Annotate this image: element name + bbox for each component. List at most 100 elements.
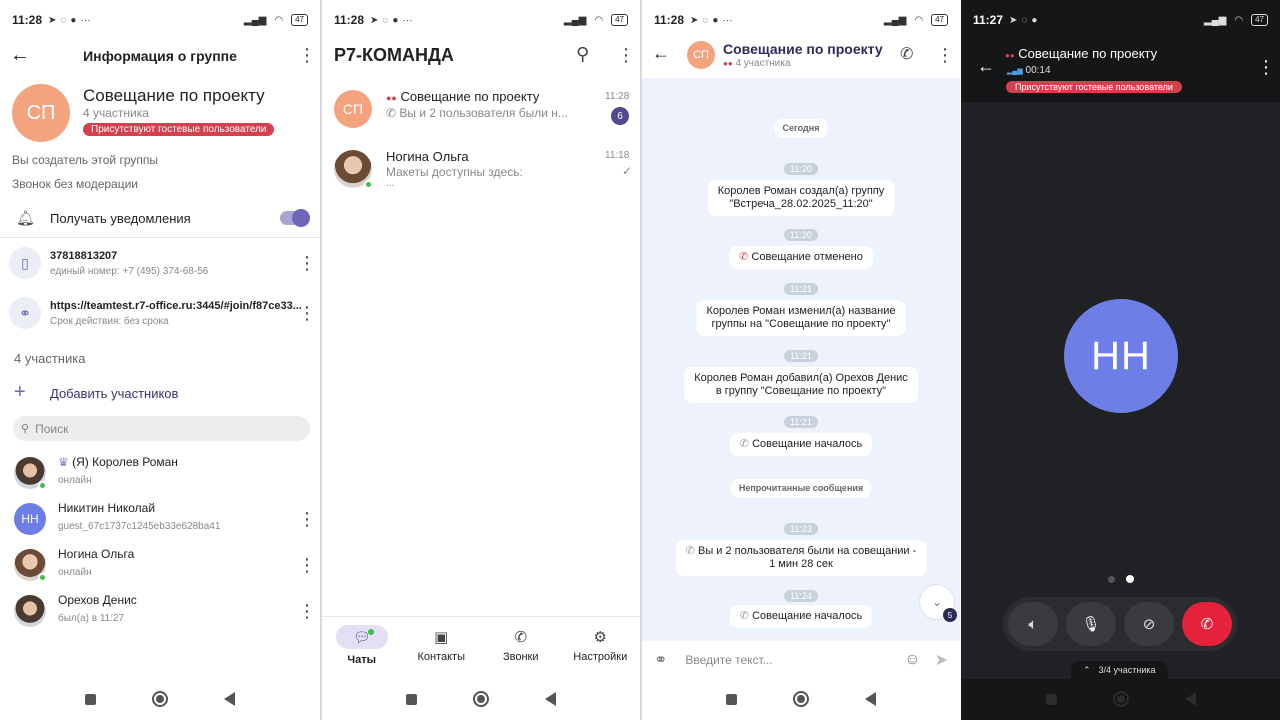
search-input[interactable]: ⚲ Поиск — [13, 416, 310, 441]
system-nav — [642, 678, 960, 720]
group-icon: ●● — [386, 93, 397, 103]
back-button[interactable] — [224, 692, 235, 706]
recents-button[interactable] — [406, 693, 417, 705]
tab-label: Звонки — [502, 651, 539, 663]
hangup-button[interactable]: ✆ — [1182, 602, 1232, 646]
signal-quality-icon: ▂▄▆ — [1007, 68, 1023, 75]
bottom-tabs: 💬︎ Чаты ▣ Контакты ✆ Звонки ⚙ Настройки — [322, 622, 640, 674]
chat-time: 11:18 — [605, 150, 630, 161]
mic-icon: 🎙︎ — [1081, 616, 1101, 633]
chevron-up-icon: ⌃ — [1083, 664, 1091, 675]
guest-badge: Присутствуют гостевые пользователи — [1006, 81, 1182, 93]
camera-button[interactable]: ⊘ — [1124, 602, 1174, 646]
participants-toggle[interactable]: ⌃ 3/4 участника — [1071, 661, 1168, 679]
back-button[interactable] — [865, 692, 876, 706]
telegram-icon: ➤ — [370, 14, 379, 26]
message-time: 11:20 — [784, 229, 818, 241]
phone-number[interactable]: 37818813207 — [50, 250, 117, 262]
invite-link[interactable]: https://teamtest.r7-office.ru:3445/#join… — [50, 300, 302, 312]
chat-icon: ● — [712, 14, 719, 26]
mic-button[interactable]: 🎙︎ — [1066, 602, 1116, 646]
group-info-screen: 11:28 ➤ ◌ ● ··· ▂▄▆ ◠ 47 ← Информация о … — [0, 0, 320, 720]
tab-label: Контакты — [417, 651, 465, 663]
list-item[interactable]: СП ●● Совещание по проекту ✆ Вы и 2 поль… — [322, 78, 640, 142]
call-icon[interactable]: ✆ — [900, 44, 913, 64]
phone-icon: ✆ — [739, 610, 749, 622]
member-name[interactable]: Ногина Ольга — [58, 547, 134, 561]
phone-icon: ✆ — [685, 545, 695, 557]
chat-preview: Макеты доступны здесь: — [386, 165, 523, 179]
member-more-icon[interactable]: ⋮ — [298, 556, 316, 574]
list-item[interactable]: Ногина Ольга Макеты доступны здесь: ... … — [322, 142, 640, 198]
system-nav — [0, 678, 320, 720]
send-icon[interactable]: ➤ — [935, 650, 948, 670]
message-line: в группу "Совещание по проекту" — [715, 385, 887, 397]
home-button[interactable] — [473, 691, 489, 707]
chat-preview-text: Вы и 2 пользователя были н... — [399, 106, 568, 120]
divider — [322, 616, 640, 617]
online-indicator — [38, 573, 47, 582]
call-duration-text: 00:14 — [1025, 65, 1051, 76]
page-dot-active — [1126, 575, 1134, 583]
status-time: 11:27 — [973, 13, 1004, 27]
chat-icon: ● — [1031, 14, 1038, 26]
notifications-toggle[interactable] — [280, 209, 310, 227]
unread-badge: 6 — [611, 107, 629, 125]
home-button[interactable] — [1112, 691, 1129, 707]
back-arrow-icon[interactable]: ← — [977, 56, 995, 77]
message-line: Совещание началось — [752, 610, 863, 622]
home-button[interactable] — [152, 691, 168, 707]
gear-icon: ⚙ — [593, 629, 607, 646]
message-input[interactable]: Введите текст... — [685, 653, 904, 667]
member-name[interactable]: ♛ (Я) Королев Роман — [58, 455, 178, 469]
phone-missed-icon: ✆ — [739, 251, 749, 263]
back-button[interactable] — [1184, 692, 1196, 706]
member-status: guest_67c1737c1245eb33e628ba41 — [58, 521, 221, 532]
attach-icon[interactable]: ⚭ — [654, 650, 667, 670]
plus-icon[interactable]: + — [14, 382, 26, 402]
battery-icon: 47 — [611, 14, 628, 26]
system-nav — [322, 678, 640, 720]
more-vert-icon[interactable]: ⋮ — [617, 46, 635, 64]
recents-button[interactable] — [1045, 693, 1057, 705]
member-name[interactable]: Орехов Денис — [58, 593, 137, 607]
chat-avatar: СП — [334, 90, 372, 128]
chat-title[interactable]: Совещание по проекту — [723, 41, 883, 57]
telegram-icon: ➤ — [1009, 14, 1018, 26]
more-vert-icon[interactable]: ⋮ — [1257, 58, 1275, 76]
signal-icon: ▂▄▆ — [563, 14, 587, 26]
tab-chats[interactable]: 💬︎ Чаты — [322, 622, 402, 674]
home-button[interactable] — [793, 691, 809, 707]
phone-icon: ▯ — [9, 247, 41, 279]
member-more-icon[interactable]: ⋮ — [298, 602, 316, 620]
contacts-icon: ▣ — [434, 629, 449, 646]
phone-more-icon[interactable]: ⋮ — [298, 254, 316, 272]
system-message: ✆ Вы и 2 пользователя были на совещании … — [675, 540, 927, 576]
member-more-icon[interactable]: ⋮ — [298, 510, 316, 528]
call-screen: 11:27 ➤ ◌ ● ▂▄▆ ◠ 47 ← ●● Совещание по п… — [961, 0, 1280, 720]
member-name[interactable]: Никитин Николай — [58, 501, 155, 515]
member-status: был(а) в 11:27 — [58, 613, 125, 624]
tab-contacts[interactable]: ▣ Контакты — [402, 622, 482, 674]
recents-button[interactable] — [85, 693, 96, 705]
more-vert-icon[interactable]: ⋮ — [298, 46, 316, 64]
back-button[interactable] — [545, 692, 556, 706]
link-more-icon[interactable]: ⋮ — [298, 304, 316, 322]
more-vert-icon[interactable]: ⋮ — [936, 46, 954, 64]
status-bar: 11:27 ➤ ◌ ● ▂▄▆ ◠ 47 — [961, 0, 1280, 40]
speaker-button[interactable]: 🔈︎ — [1008, 602, 1058, 646]
signal-icon: ▂▄▆ — [243, 14, 267, 26]
back-arrow-icon[interactable]: ← — [652, 43, 670, 64]
message-line: Королев Роман изменил(а) название — [706, 305, 896, 317]
tab-calls[interactable]: ✆ Звонки — [481, 622, 561, 674]
member-status: онлайн — [58, 567, 92, 578]
signal-icon: ▂▄▆ — [883, 14, 907, 26]
emoji-icon[interactable]: ☺ — [904, 651, 920, 669]
link-icon: ⚭ — [9, 297, 41, 329]
chat-screen: 11:28 ➤ ◌ ● ··· ▂▄▆ ◠ 47 ← СП Совещание … — [642, 0, 960, 720]
search-icon[interactable]: ⚲ — [576, 44, 589, 65]
add-members-button[interactable]: Добавить участников — [50, 386, 178, 401]
recents-button[interactable] — [726, 693, 737, 705]
tab-settings[interactable]: ⚙ Настройки — [561, 622, 641, 674]
camera-off-icon: ⊘ — [1142, 616, 1156, 633]
